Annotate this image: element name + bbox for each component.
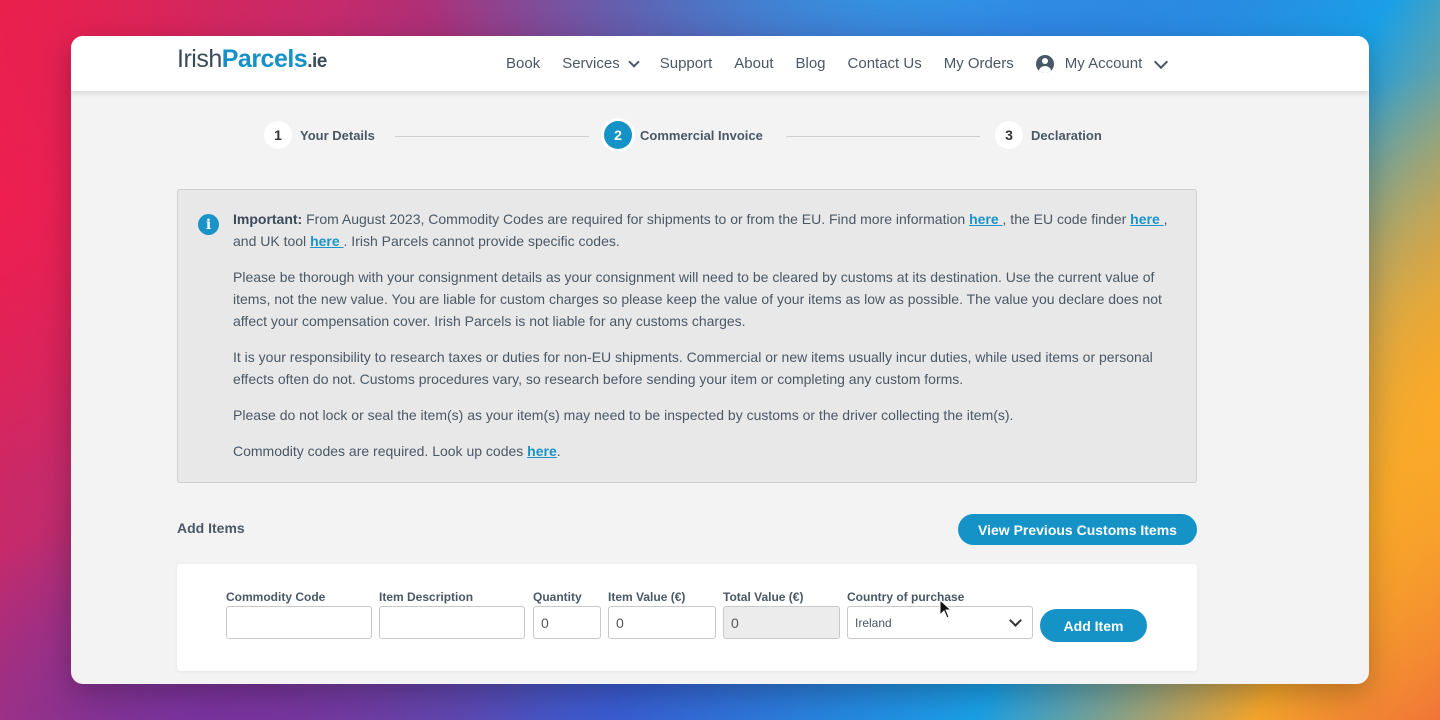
nav-my-account-label: My Account (1064, 55, 1143, 72)
important-label: Important: (233, 211, 303, 227)
nav-about[interactable]: About (734, 55, 773, 72)
step-number-active: 2 (604, 121, 632, 149)
nav-contact-us[interactable]: Contact Us (848, 55, 922, 72)
progress-stepper: 1 Your Details 2 Commercial Invoice 3 De… (71, 121, 1369, 153)
quantity-field: Quantity (533, 590, 601, 639)
step-label: Commercial Invoice (640, 127, 763, 143)
step-commercial-invoice[interactable]: 2 Commercial Invoice (604, 121, 763, 149)
customs-info-panel: i Important: From August 2023, Commodity… (177, 189, 1197, 483)
info-paragraph-consignment: Please be thorough with your consignment… (233, 269, 1162, 329)
lookup-codes-link[interactable]: here (527, 443, 557, 459)
info-paragraph-important: Important: From August 2023, Commodity C… (233, 208, 1178, 252)
item-description-label: Item Description (379, 590, 474, 604)
info-paragraph-responsibility: It is your responsibility to research ta… (233, 349, 1153, 387)
step-connector (395, 136, 589, 137)
site-logo[interactable]: Irish Parcels .ie (177, 45, 327, 74)
more-info-link[interactable]: here (969, 211, 1002, 227)
info-text: . (556, 443, 561, 459)
commodity-code-field: Commodity Code (226, 590, 372, 639)
eu-code-finder-link[interactable]: here (1130, 211, 1163, 227)
step-connector (786, 136, 980, 137)
step-label: Declaration (1031, 127, 1102, 143)
info-content: Important: From August 2023, Commodity C… (233, 208, 1178, 476)
total-value-field: Total Value (€) (723, 590, 840, 639)
info-paragraph-lock: Please do not lock or seal the item(s) a… (233, 407, 1014, 423)
total-value-input (723, 606, 840, 639)
quantity-input[interactable] (533, 606, 601, 639)
nav-links: Book Services Support About Blog Contact… (506, 36, 1188, 91)
item-description-input[interactable] (379, 606, 525, 639)
user-circle-icon (1035, 54, 1054, 73)
total-value-label: Total Value (€) (723, 590, 804, 604)
nav-my-orders[interactable]: My Orders (944, 55, 1014, 72)
info-text: Commodity codes are required. Look up co… (233, 443, 528, 459)
item-value-input[interactable] (608, 606, 716, 639)
nav-my-account[interactable]: My Account (1035, 54, 1169, 73)
logo-irish: Irish (177, 45, 222, 73)
browser-window: Irish Parcels .ie Book Services Support … (71, 36, 1369, 684)
item-value-label: Item Value (€) (608, 590, 686, 604)
add-items-heading: Add Items (177, 520, 245, 536)
info-text: , the EU code finder (1002, 211, 1131, 227)
country-selected-value: Ireland (855, 615, 892, 630)
uk-tool-link[interactable]: here (310, 233, 343, 249)
step-label: Your Details (300, 127, 375, 143)
top-navbar: Irish Parcels .ie Book Services Support … (71, 36, 1369, 91)
step-your-details[interactable]: 1 Your Details (264, 121, 375, 149)
step-declaration[interactable]: 3 Declaration (995, 121, 1102, 149)
chevron-down-icon (628, 55, 640, 68)
logo-parcels: Parcels (221, 45, 308, 73)
info-paragraph-codes: Commodity codes are required. Look up co… (233, 440, 1178, 462)
view-previous-customs-items-button[interactable]: View Previous Customs Items (958, 514, 1197, 545)
commodity-code-input[interactable] (226, 606, 372, 639)
nav-services-label: Services (562, 55, 620, 72)
nav-blog[interactable]: Blog (795, 55, 825, 72)
step-number: 1 (264, 121, 292, 149)
quantity-label: Quantity (533, 590, 582, 604)
nav-support[interactable]: Support (660, 55, 713, 72)
add-item-button[interactable]: Add Item (1040, 609, 1147, 642)
chevron-down-icon (1154, 54, 1169, 69)
commodity-code-label: Commodity Code (226, 590, 326, 604)
logo-ie: .ie (307, 51, 327, 72)
chevron-down-icon (1009, 614, 1022, 627)
info-text: . Irish Parcels cannot provide specific … (343, 233, 620, 249)
nav-book[interactable]: Book (506, 55, 540, 72)
item-description-field: Item Description (379, 590, 525, 639)
info-text: From August 2023, Commodity Codes are re… (302, 211, 970, 227)
info-icon: i (198, 214, 219, 235)
item-value-field: Item Value (€) (608, 590, 716, 639)
step-number: 3 (995, 121, 1023, 149)
add-item-form: Commodity Code Item Description Quantity… (177, 564, 1197, 671)
nav-services[interactable]: Services (562, 55, 640, 72)
mouse-pointer-icon (939, 599, 953, 619)
